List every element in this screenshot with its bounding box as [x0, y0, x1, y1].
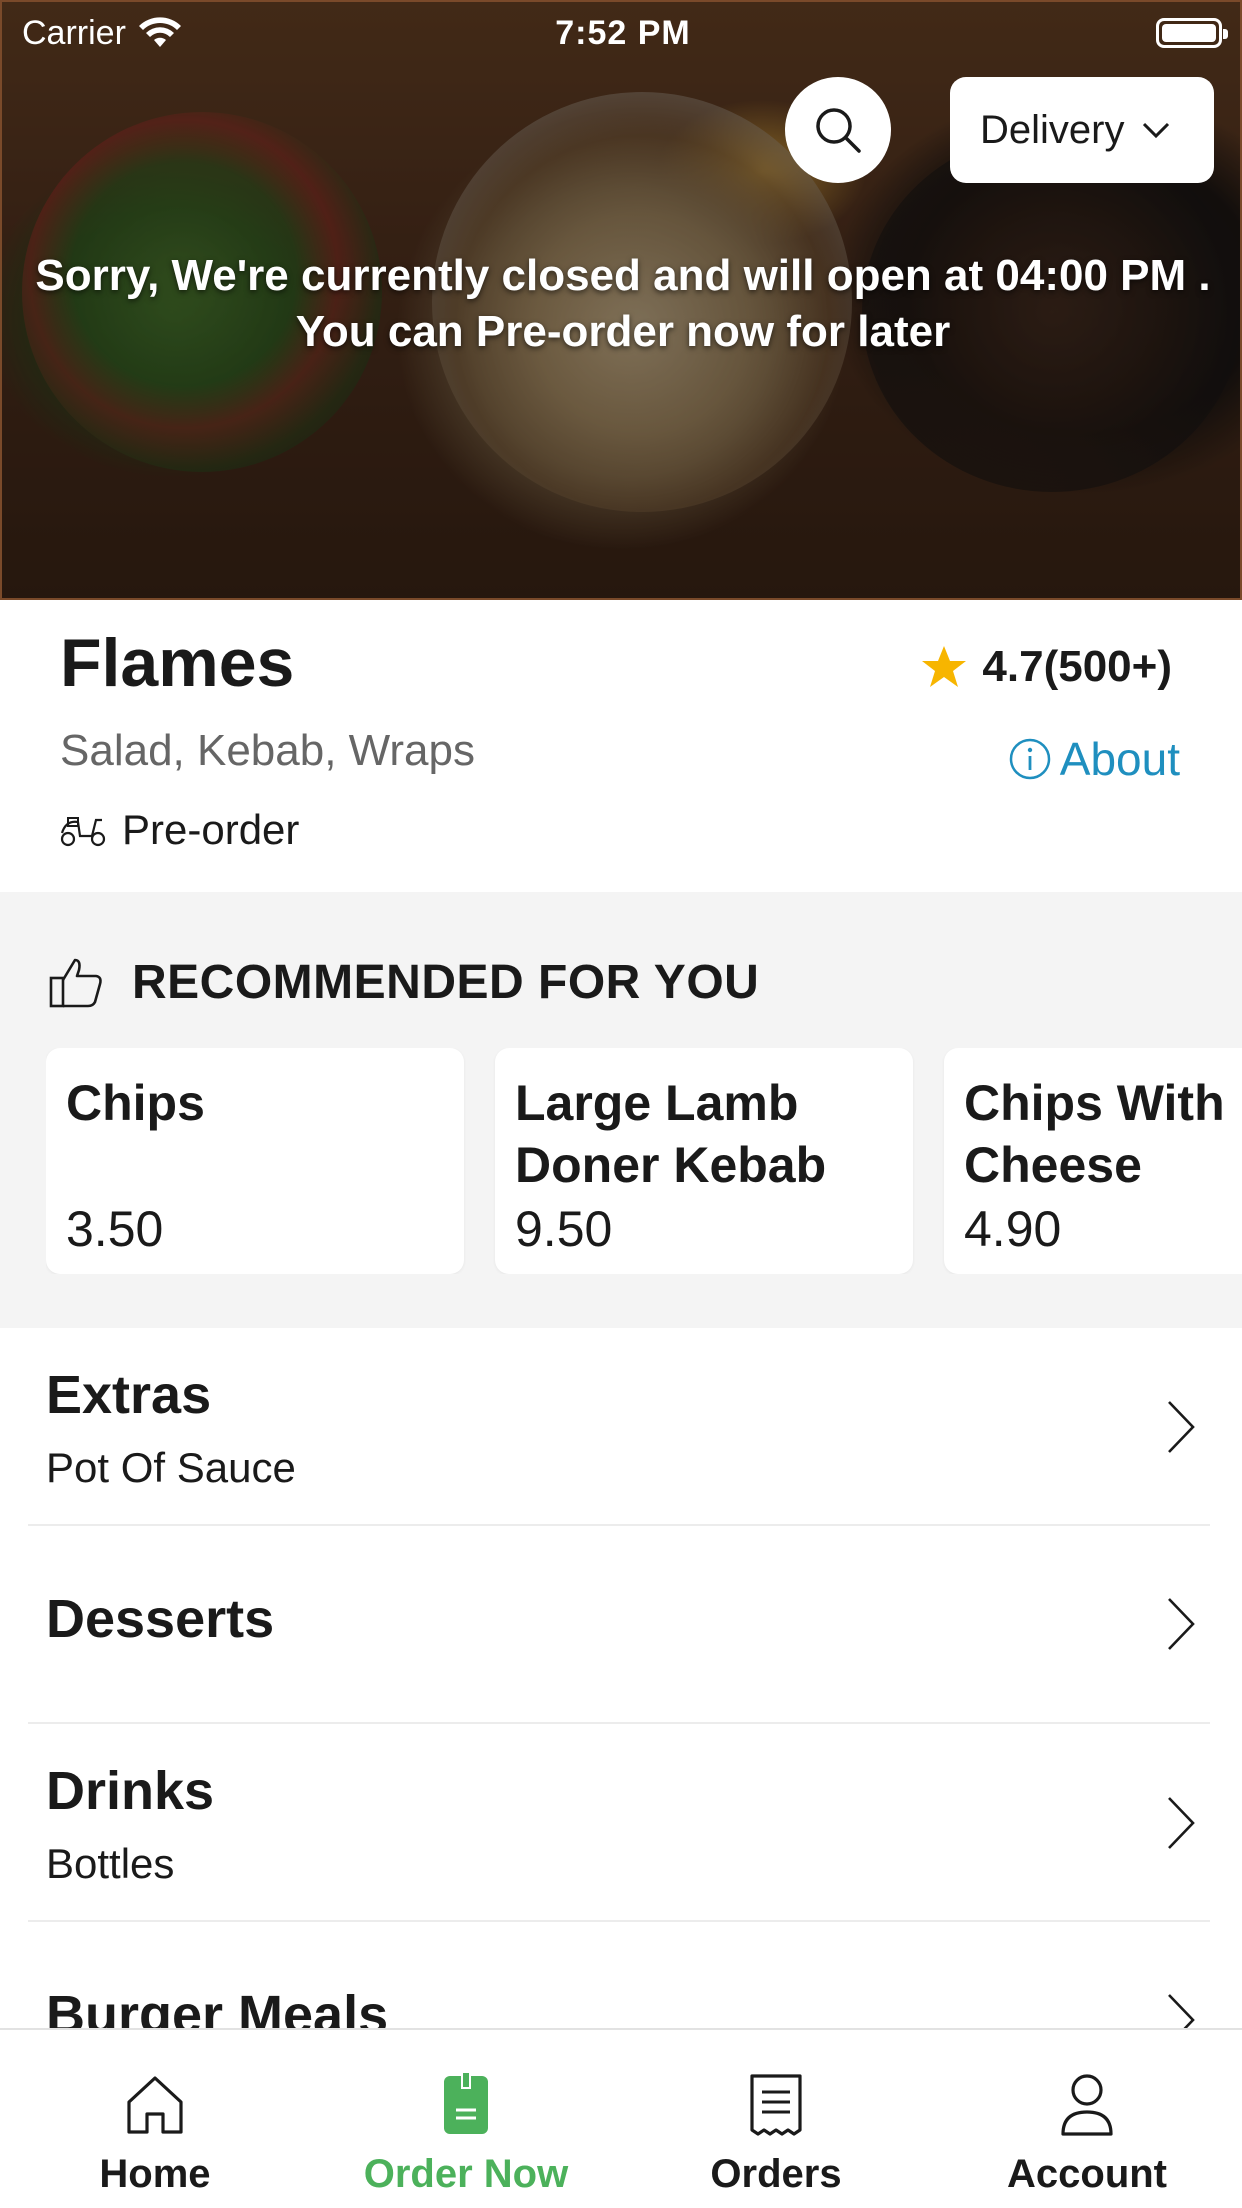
- order-mode-dropdown[interactable]: Delivery: [950, 77, 1214, 183]
- card-item-price: 3.50: [66, 1201, 164, 1257]
- closed-message-line2: You can Pre-order now for later: [295, 307, 951, 356]
- chevron-right-icon: [1168, 1401, 1195, 1453]
- menu-categories: Extras Pot Of Sauce Desserts Drinks Bott…: [0, 1328, 1242, 2028]
- category-title: Desserts: [46, 1589, 275, 1649]
- category-row-extras[interactable]: Extras Pot Of Sauce: [28, 1328, 1210, 1526]
- scooter-icon: [60, 817, 106, 847]
- recommended-header: RECOMMENDED FOR YOU: [48, 954, 759, 1010]
- card-item-name: Large Lamb Doner Kebab: [515, 1075, 827, 1193]
- tab-orders[interactable]: Orders: [646, 2070, 906, 2200]
- category-subtitle: Bottles: [46, 1840, 175, 1887]
- recommended-card[interactable]: Chips 3.50: [46, 1048, 464, 1274]
- recommended-carousel[interactable]: Chips 3.50 Large Lamb Doner Kebab 9.50 C…: [46, 1048, 1242, 1274]
- about-link[interactable]: About: [1008, 732, 1180, 786]
- chevron-right-icon: [1168, 1598, 1195, 1650]
- preorder-indicator: Pre-order: [58, 806, 299, 854]
- card-item-price: 9.50: [515, 1201, 613, 1257]
- closed-message: Sorry, We're currently closed and will o…: [2, 248, 1240, 360]
- preorder-label: Pre-order: [122, 806, 300, 853]
- rating-value: 4.7(500+): [982, 642, 1172, 691]
- about-label: About: [1059, 733, 1180, 785]
- tab-account[interactable]: Account: [957, 2070, 1217, 2200]
- bottom-tab-bar: Home Order Now Orders Account: [0, 2028, 1242, 2208]
- tab-label: Account: [1007, 2152, 1167, 2196]
- menu-book-icon: [444, 2071, 488, 2134]
- card-item-price: 4.90: [964, 1201, 1062, 1257]
- tab-label: Orders: [710, 2152, 842, 2196]
- category-row-desserts[interactable]: Desserts: [28, 1526, 1210, 1724]
- restaurant-rating: 4.7(500+): [920, 642, 1172, 692]
- hero-banner: Carrier 7:52 PM Delivery Sorry, We're cu…: [0, 0, 1242, 600]
- order-mode-label: Delivery: [980, 107, 1125, 152]
- search-icon: [816, 108, 861, 153]
- recommended-section: RECOMMENDED FOR YOU Chips 3.50 Large Lam…: [0, 892, 1242, 1328]
- recommended-card[interactable]: Large Lamb Doner Kebab 9.50: [495, 1048, 913, 1274]
- star-icon: [922, 646, 967, 687]
- chevron-right-icon: [1168, 1994, 1195, 2028]
- cuisine-list: Salad, Kebab, Wraps: [60, 726, 475, 775]
- tab-order-now[interactable]: Order Now: [336, 2070, 596, 2200]
- chevron-right-icon: [1168, 1797, 1195, 1849]
- recommended-card[interactable]: Chips With Cheese 4.90: [944, 1048, 1242, 1274]
- tab-home[interactable]: Home: [25, 2070, 285, 2200]
- tab-label: Order Now: [363, 2152, 569, 2196]
- category-title: Drinks: [46, 1761, 215, 1821]
- search-button[interactable]: [785, 77, 891, 183]
- receipt-icon: [750, 2074, 802, 2136]
- user-icon: [1061, 2074, 1113, 2136]
- status-bar: Carrier 7:52 PM: [2, 2, 1240, 64]
- tab-label: Home: [99, 2152, 211, 2196]
- restaurant-name: Flames: [60, 625, 295, 701]
- card-item-name: Chips: [66, 1075, 205, 1131]
- status-time: 7:52 PM: [555, 14, 691, 52]
- closed-message-line1: Sorry, We're currently closed and will o…: [35, 251, 1211, 300]
- info-icon: [1009, 738, 1051, 780]
- recommended-title: RECOMMENDED FOR YOU: [132, 955, 760, 1009]
- home-icon: [127, 2076, 183, 2134]
- category-row-burger-meals[interactable]: Burger Meals: [28, 1922, 1210, 2028]
- category-title: Burger Meals: [46, 1985, 389, 2028]
- category-row-drinks[interactable]: Drinks Bottles: [28, 1724, 1210, 1922]
- category-title: Extras: [46, 1365, 212, 1425]
- chevron-down-icon: [1143, 122, 1170, 139]
- thumbs-up-icon: [49, 958, 102, 1008]
- restaurant-info: Flames 4.7(500+) Salad, Kebab, Wraps Abo…: [0, 600, 1242, 892]
- card-item-name: Chips With Cheese: [964, 1075, 1225, 1193]
- battery-icon: [1156, 18, 1228, 48]
- category-subtitle: Pot Of Sauce: [46, 1444, 296, 1491]
